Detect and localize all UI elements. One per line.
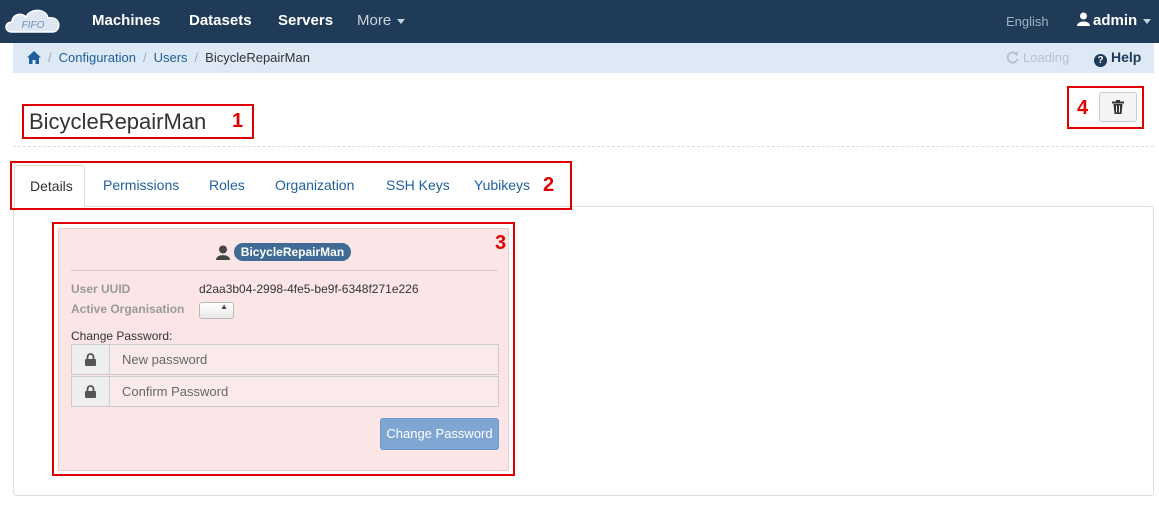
nav-machines[interactable]: Machines [92,12,160,29]
breadcrumb-users[interactable]: Users [154,50,188,65]
top-navbar: FIFO Machines Datasets Servers More Engl… [0,0,1159,43]
home-icon[interactable] [27,51,41,64]
loading-label: Loading [1023,50,1070,65]
breadcrumb-separator: / [142,50,147,65]
breadcrumb-configuration[interactable]: Configuration [59,50,136,65]
nav-more-dropdown[interactable]: More [357,12,406,29]
refresh-icon [1006,51,1019,64]
help-link[interactable]: ? Help [1094,49,1141,67]
breadcrumb: / Configuration / Users / BicycleRepairM… [27,50,310,65]
delete-user-button[interactable] [1099,92,1137,122]
help-label: Help [1111,49,1142,65]
question-icon: ? [1094,54,1107,67]
logo-text: FIFO [22,20,45,31]
user-icon [1077,12,1090,26]
annotation-number-2: 2 [543,174,555,196]
breadcrumb-separator: / [194,50,199,65]
chevron-down-icon [1143,18,1152,24]
breadcrumb-current: BicycleRepairMan [205,50,310,65]
annotation-number-3: 3 [495,232,507,254]
language-selector[interactable]: English [1006,14,1049,29]
page-title: BicycleRepairMan [29,109,207,134]
fifo-logo[interactable]: FIFO [2,4,66,38]
annotation-box-2 [10,161,572,210]
trash-icon [1112,100,1124,114]
breadcrumb-separator: / [48,50,52,65]
user-menu-label: admin [1093,12,1138,29]
nav-more-label: More [357,12,392,29]
breadcrumb-bar: / Configuration / Users / BicycleRepairM… [13,43,1154,73]
user-menu[interactable]: admin [1077,12,1152,29]
annotation-number-4: 4 [1077,97,1089,119]
nav-datasets[interactable]: Datasets [189,12,252,29]
nav-servers[interactable]: Servers [278,12,333,29]
annotation-number-1: 1 [232,110,244,132]
annotation-box-3 [52,222,515,476]
loading-indicator: Loading [1006,50,1069,65]
title-divider [13,146,1154,147]
chevron-down-icon [397,18,406,24]
